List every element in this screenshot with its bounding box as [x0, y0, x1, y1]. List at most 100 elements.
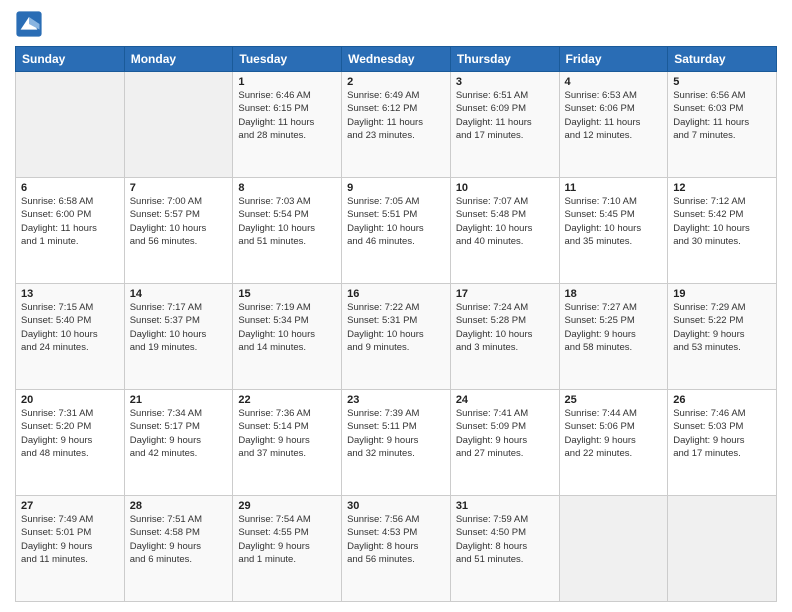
day-info: Sunrise: 7:46 AM Sunset: 5:03 PM Dayligh… — [673, 407, 771, 460]
day-info: Sunrise: 7:22 AM Sunset: 5:31 PM Dayligh… — [347, 301, 445, 354]
day-number: 29 — [238, 500, 336, 512]
week-row-4: 20Sunrise: 7:31 AM Sunset: 5:20 PM Dayli… — [16, 390, 777, 496]
day-info: Sunrise: 7:12 AM Sunset: 5:42 PM Dayligh… — [673, 195, 771, 248]
day-info: Sunrise: 6:49 AM Sunset: 6:12 PM Dayligh… — [347, 89, 445, 142]
day-number: 16 — [347, 288, 445, 300]
day-number: 15 — [238, 288, 336, 300]
calendar-cell: 8Sunrise: 7:03 AM Sunset: 5:54 PM Daylig… — [233, 178, 342, 284]
calendar-cell: 13Sunrise: 7:15 AM Sunset: 5:40 PM Dayli… — [16, 284, 125, 390]
day-info: Sunrise: 6:51 AM Sunset: 6:09 PM Dayligh… — [456, 89, 554, 142]
calendar-cell: 4Sunrise: 6:53 AM Sunset: 6:06 PM Daylig… — [559, 72, 668, 178]
calendar-cell: 20Sunrise: 7:31 AM Sunset: 5:20 PM Dayli… — [16, 390, 125, 496]
day-number: 19 — [673, 288, 771, 300]
calendar-cell: 7Sunrise: 7:00 AM Sunset: 5:57 PM Daylig… — [124, 178, 233, 284]
day-number: 8 — [238, 182, 336, 194]
calendar-header: SundayMondayTuesdayWednesdayThursdayFrid… — [16, 47, 777, 72]
day-number: 6 — [21, 182, 119, 194]
calendar-cell: 31Sunrise: 7:59 AM Sunset: 4:50 PM Dayli… — [450, 496, 559, 602]
day-info: Sunrise: 6:53 AM Sunset: 6:06 PM Dayligh… — [565, 89, 663, 142]
weekday-header-row: SundayMondayTuesdayWednesdayThursdayFrid… — [16, 47, 777, 72]
weekday-header-tuesday: Tuesday — [233, 47, 342, 72]
day-number: 11 — [565, 182, 663, 194]
calendar-cell: 16Sunrise: 7:22 AM Sunset: 5:31 PM Dayli… — [342, 284, 451, 390]
day-info: Sunrise: 7:39 AM Sunset: 5:11 PM Dayligh… — [347, 407, 445, 460]
calendar-cell: 22Sunrise: 7:36 AM Sunset: 5:14 PM Dayli… — [233, 390, 342, 496]
day-info: Sunrise: 6:58 AM Sunset: 6:00 PM Dayligh… — [21, 195, 119, 248]
day-number: 5 — [673, 76, 771, 88]
day-number: 26 — [673, 394, 771, 406]
weekday-header-friday: Friday — [559, 47, 668, 72]
day-number: 13 — [21, 288, 119, 300]
calendar-cell: 18Sunrise: 7:27 AM Sunset: 5:25 PM Dayli… — [559, 284, 668, 390]
day-info: Sunrise: 7:00 AM Sunset: 5:57 PM Dayligh… — [130, 195, 228, 248]
day-number: 20 — [21, 394, 119, 406]
day-info: Sunrise: 7:10 AM Sunset: 5:45 PM Dayligh… — [565, 195, 663, 248]
day-number: 24 — [456, 394, 554, 406]
day-number: 21 — [130, 394, 228, 406]
calendar-cell: 12Sunrise: 7:12 AM Sunset: 5:42 PM Dayli… — [668, 178, 777, 284]
day-info: Sunrise: 7:17 AM Sunset: 5:37 PM Dayligh… — [130, 301, 228, 354]
calendar-cell: 10Sunrise: 7:07 AM Sunset: 5:48 PM Dayli… — [450, 178, 559, 284]
day-number: 2 — [347, 76, 445, 88]
weekday-header-monday: Monday — [124, 47, 233, 72]
day-number: 18 — [565, 288, 663, 300]
day-number: 22 — [238, 394, 336, 406]
day-number: 31 — [456, 500, 554, 512]
calendar-cell: 3Sunrise: 6:51 AM Sunset: 6:09 PM Daylig… — [450, 72, 559, 178]
calendar-cell: 6Sunrise: 6:58 AM Sunset: 6:00 PM Daylig… — [16, 178, 125, 284]
week-row-3: 13Sunrise: 7:15 AM Sunset: 5:40 PM Dayli… — [16, 284, 777, 390]
calendar-cell: 14Sunrise: 7:17 AM Sunset: 5:37 PM Dayli… — [124, 284, 233, 390]
day-info: Sunrise: 7:15 AM Sunset: 5:40 PM Dayligh… — [21, 301, 119, 354]
calendar-cell — [668, 496, 777, 602]
day-info: Sunrise: 7:51 AM Sunset: 4:58 PM Dayligh… — [130, 513, 228, 566]
day-info: Sunrise: 7:49 AM Sunset: 5:01 PM Dayligh… — [21, 513, 119, 566]
day-info: Sunrise: 7:19 AM Sunset: 5:34 PM Dayligh… — [238, 301, 336, 354]
calendar-cell: 23Sunrise: 7:39 AM Sunset: 5:11 PM Dayli… — [342, 390, 451, 496]
day-info: Sunrise: 7:05 AM Sunset: 5:51 PM Dayligh… — [347, 195, 445, 248]
weekday-header-thursday: Thursday — [450, 47, 559, 72]
week-row-2: 6Sunrise: 6:58 AM Sunset: 6:00 PM Daylig… — [16, 178, 777, 284]
day-info: Sunrise: 7:36 AM Sunset: 5:14 PM Dayligh… — [238, 407, 336, 460]
day-info: Sunrise: 6:46 AM Sunset: 6:15 PM Dayligh… — [238, 89, 336, 142]
calendar-cell: 21Sunrise: 7:34 AM Sunset: 5:17 PM Dayli… — [124, 390, 233, 496]
logo — [15, 10, 47, 38]
day-number: 28 — [130, 500, 228, 512]
calendar-cell — [16, 72, 125, 178]
calendar-cell: 5Sunrise: 6:56 AM Sunset: 6:03 PM Daylig… — [668, 72, 777, 178]
calendar-cell: 15Sunrise: 7:19 AM Sunset: 5:34 PM Dayli… — [233, 284, 342, 390]
day-info: Sunrise: 7:41 AM Sunset: 5:09 PM Dayligh… — [456, 407, 554, 460]
calendar-cell — [559, 496, 668, 602]
weekday-header-saturday: Saturday — [668, 47, 777, 72]
header — [15, 10, 777, 38]
calendar-cell: 2Sunrise: 6:49 AM Sunset: 6:12 PM Daylig… — [342, 72, 451, 178]
day-info: Sunrise: 7:59 AM Sunset: 4:50 PM Dayligh… — [456, 513, 554, 566]
day-info: Sunrise: 7:29 AM Sunset: 5:22 PM Dayligh… — [673, 301, 771, 354]
weekday-header-wednesday: Wednesday — [342, 47, 451, 72]
day-number: 4 — [565, 76, 663, 88]
day-info: Sunrise: 7:24 AM Sunset: 5:28 PM Dayligh… — [456, 301, 554, 354]
calendar-body: 1Sunrise: 6:46 AM Sunset: 6:15 PM Daylig… — [16, 72, 777, 602]
calendar-cell: 26Sunrise: 7:46 AM Sunset: 5:03 PM Dayli… — [668, 390, 777, 496]
day-number: 12 — [673, 182, 771, 194]
day-info: Sunrise: 7:03 AM Sunset: 5:54 PM Dayligh… — [238, 195, 336, 248]
day-number: 25 — [565, 394, 663, 406]
calendar-cell: 30Sunrise: 7:56 AM Sunset: 4:53 PM Dayli… — [342, 496, 451, 602]
calendar-cell: 11Sunrise: 7:10 AM Sunset: 5:45 PM Dayli… — [559, 178, 668, 284]
calendar-cell: 27Sunrise: 7:49 AM Sunset: 5:01 PM Dayli… — [16, 496, 125, 602]
day-number: 30 — [347, 500, 445, 512]
day-number: 27 — [21, 500, 119, 512]
calendar-cell: 29Sunrise: 7:54 AM Sunset: 4:55 PM Dayli… — [233, 496, 342, 602]
calendar-cell: 25Sunrise: 7:44 AM Sunset: 5:06 PM Dayli… — [559, 390, 668, 496]
day-number: 1 — [238, 76, 336, 88]
weekday-header-sunday: Sunday — [16, 47, 125, 72]
calendar-cell: 9Sunrise: 7:05 AM Sunset: 5:51 PM Daylig… — [342, 178, 451, 284]
calendar-table: SundayMondayTuesdayWednesdayThursdayFrid… — [15, 46, 777, 602]
day-number: 17 — [456, 288, 554, 300]
day-number: 10 — [456, 182, 554, 194]
day-info: Sunrise: 7:56 AM Sunset: 4:53 PM Dayligh… — [347, 513, 445, 566]
day-info: Sunrise: 7:44 AM Sunset: 5:06 PM Dayligh… — [565, 407, 663, 460]
day-info: Sunrise: 7:07 AM Sunset: 5:48 PM Dayligh… — [456, 195, 554, 248]
day-info: Sunrise: 7:31 AM Sunset: 5:20 PM Dayligh… — [21, 407, 119, 460]
week-row-5: 27Sunrise: 7:49 AM Sunset: 5:01 PM Dayli… — [16, 496, 777, 602]
calendar-cell: 17Sunrise: 7:24 AM Sunset: 5:28 PM Dayli… — [450, 284, 559, 390]
